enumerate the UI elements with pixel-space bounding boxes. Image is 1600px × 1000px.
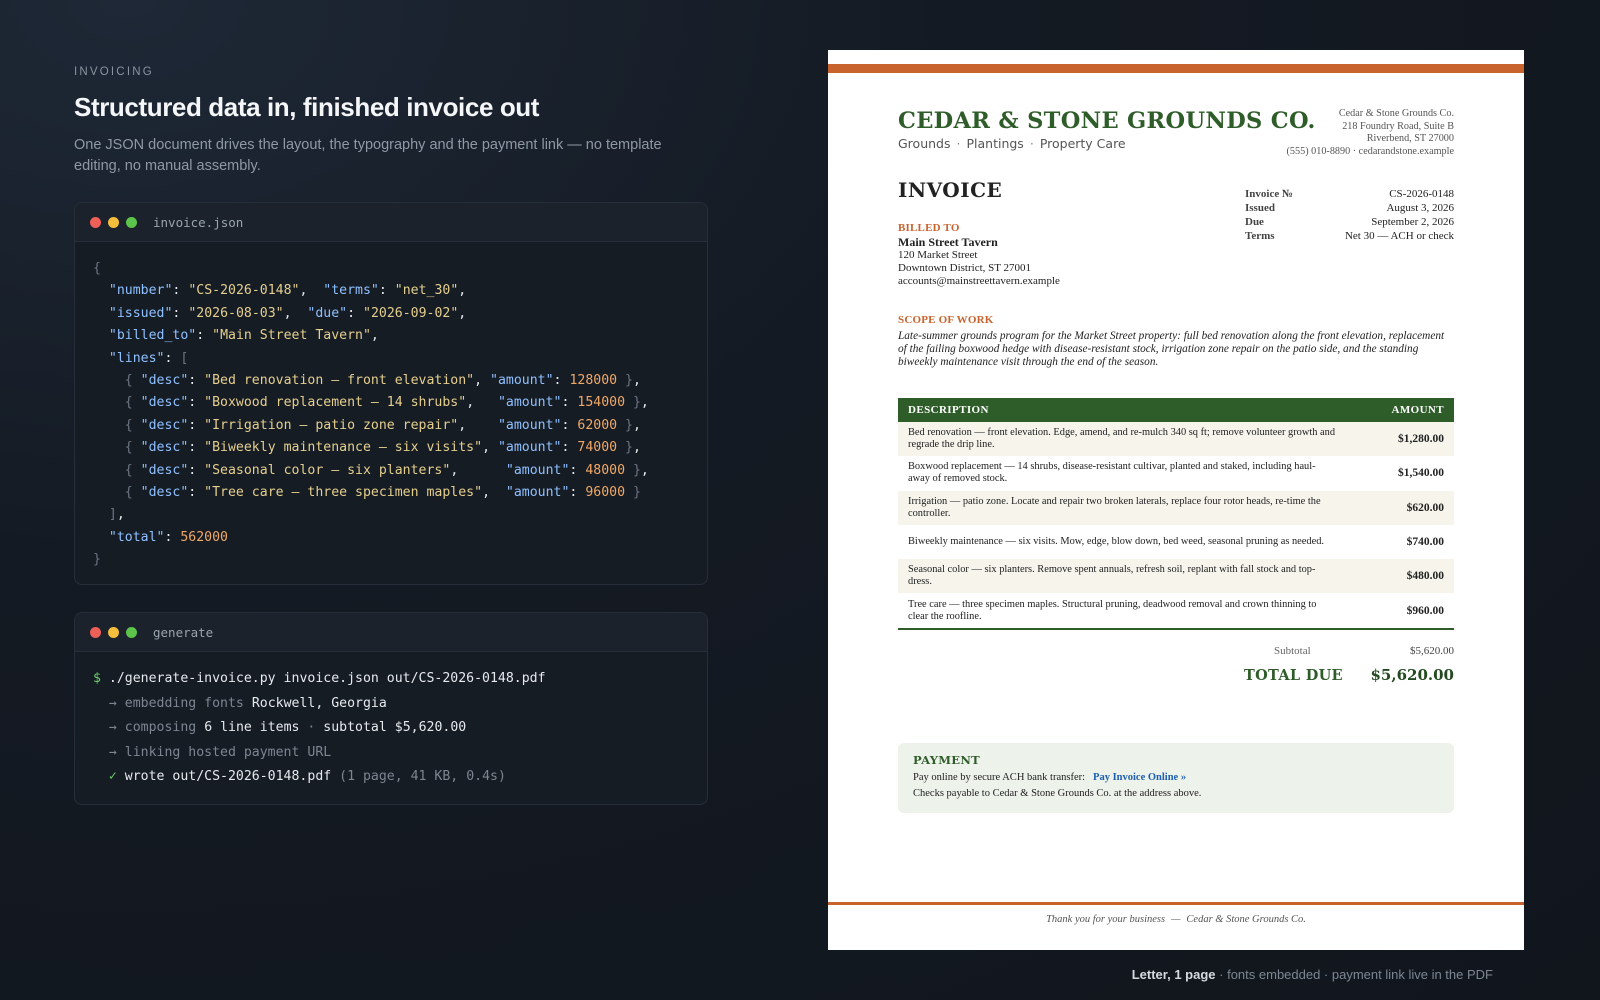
window-titlebar: invoice.json <box>75 203 707 242</box>
generate-terminal-window: generate $ ./generate-invoice.py invoice… <box>74 612 708 805</box>
preview-footnote: Letter, 1 page · fonts embedded · paymen… <box>1131 967 1493 982</box>
table-row: Irrigation — patio zone. Locate and repa… <box>898 490 1454 525</box>
code-line: { "desc": "Boxwood replacement — 14 shru… <box>93 395 649 411</box>
table-row: Tree care — three specimen maples. Struc… <box>908 598 1444 622</box>
close-window-dot[interactable] <box>90 626 101 638</box>
code-line: { "desc": "Tree care — three specimen ma… <box>93 484 641 500</box>
invoice-title: INVOICE <box>898 178 1003 202</box>
minimize-window-dot[interactable] <box>108 216 119 228</box>
code-line: { "desc": "Bed renovation — front elevat… <box>93 372 641 388</box>
scope-label: SCOPE OF WORK <box>898 314 994 326</box>
company-tagline: Grounds · Plantings · Property Care <box>898 136 1126 151</box>
code-line: { "desc": "Irrigation — patio zone repai… <box>93 417 641 433</box>
json-code-window: invoice.json { "number": "CS-2026-0148",… <box>74 202 708 585</box>
log-line: → linking hosted payment URL <box>93 744 332 760</box>
page-headline: Structured data in, finished invoice out <box>74 92 540 122</box>
thank-you-note: Thank you for your business — Cedar & Ston… <box>1046 914 1306 925</box>
code-line: "number": "CS-2026-0148", "terms": "net_… <box>108 283 467 299</box>
code-line: "billed_to": "Main Street Tavern", <box>108 328 379 344</box>
table-row: Seasonal color — six planters. Remove sp… <box>898 559 1454 594</box>
command-line: $ ./generate-invoice.py invoice.json out… <box>93 671 546 686</box>
log-line: → embedding fonts Rockwell, Georgia <box>93 695 387 711</box>
bottom-accent-bar <box>828 902 1524 905</box>
company-address: Cedar & Stone Grounds Co. 218 Foundry Ro… <box>1286 108 1454 157</box>
line-items-table: DESCRIPTION AMOUNT Bed renovation — fron… <box>898 398 1454 630</box>
maximize-window-dot[interactable] <box>126 626 137 638</box>
invoice-preview: CEDAR & STONE GROUNDS CO. Grounds · Planti… <box>828 50 1524 950</box>
table-row: Biweekly maintenance — six visits. Mow, … <box>908 536 1444 549</box>
maximize-window-dot[interactable] <box>126 216 137 228</box>
payment-box: PAYMENT Pay online by secure ACH bank tr… <box>898 743 1454 813</box>
code-line: "lines": [ <box>108 350 189 366</box>
table-row: Boxwood replacement — 14 shrubs, disease… <box>908 461 1444 485</box>
billed-to-label: BILLED TO <box>898 222 960 234</box>
log-line: → composing 6 line items · subtotal $5,6… <box>93 720 467 736</box>
code-line: "total": 562000 <box>108 529 228 545</box>
terminal-output: $ ./generate-invoice.py invoice.json out… <box>75 652 707 790</box>
window-title: generate <box>153 624 214 640</box>
json-code-block: { "number": "CS-2026-0148", "terms": "ne… <box>75 242 707 571</box>
intro-section: INVOICING Structured data in, finished i… <box>74 66 708 177</box>
company-name: CEDAR & STONE GROUNDS CO. <box>898 108 1316 134</box>
billed-to-block: Main Street Tavern 120 Market Street Dow… <box>898 235 1060 288</box>
table-header: DESCRIPTION AMOUNT <box>898 398 1454 422</box>
payment-check-note: Checks payable to Cedar & Stone Grounds … <box>913 788 1202 799</box>
code-line: ], <box>93 507 125 523</box>
table-row: Bed renovation — front elevation. Edge, … <box>898 422 1454 457</box>
payment-title: PAYMENT <box>913 753 981 767</box>
code-line: { "desc": "Seasonal color — six planters… <box>93 462 649 478</box>
check-icon: ✓ <box>93 769 125 785</box>
window-title: invoice.json <box>153 214 244 230</box>
window-titlebar: generate <box>75 613 707 652</box>
total-due-row: TOTAL DUE $5,620.00 <box>1244 666 1454 684</box>
code-line: "issued": "2026-08-03", "due": "2026-09-… <box>108 305 467 321</box>
page-subtext: One JSON document drives the layout, the… <box>74 137 662 174</box>
code-line: { "desc": "Biweekly maintenance — six vi… <box>93 440 641 456</box>
top-accent-bar <box>828 64 1524 73</box>
close-window-dot[interactable] <box>90 216 101 228</box>
subtotal-row: Subtotal $5,620.00 <box>1274 645 1454 657</box>
pay-invoice-online-link[interactable]: Pay Invoice Online » <box>1093 772 1186 783</box>
eyebrow-label: INVOICING <box>74 66 154 78</box>
log-line: ✓ wrote out/CS-2026-0148.pdf (1 page, 41… <box>93 769 506 785</box>
invoice-meta: Invoice № CS-2026-0148 Issued August 3, 20… <box>1245 188 1454 242</box>
scope-text: Late-summer grounds program for the Mark… <box>898 330 1445 369</box>
minimize-window-dot[interactable] <box>108 626 119 638</box>
